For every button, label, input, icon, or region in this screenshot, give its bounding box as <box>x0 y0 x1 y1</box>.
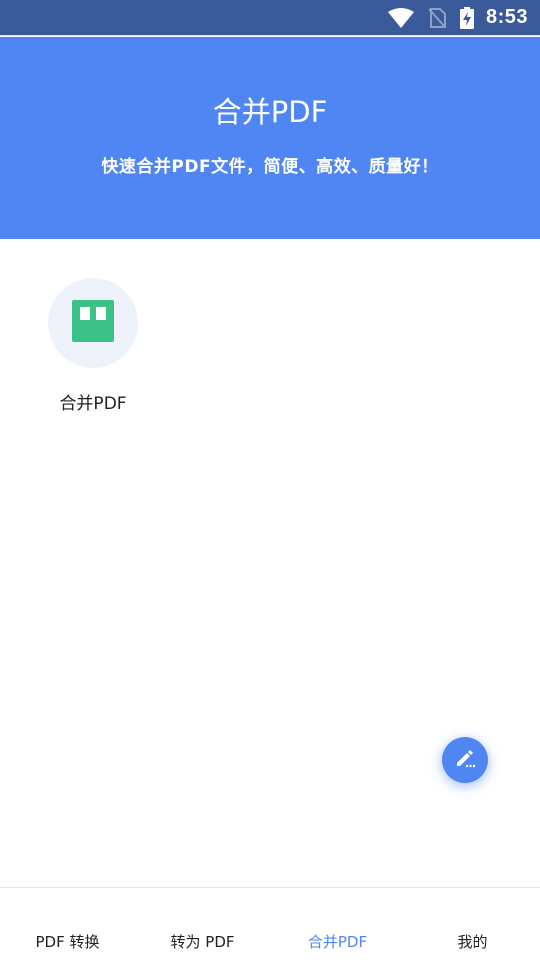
tool-label: 合并PDF <box>59 394 127 414</box>
status-time: 8:53 <box>485 6 528 28</box>
status-bar: 8:53 <box>0 0 540 36</box>
wifi-icon <box>387 7 414 28</box>
no-sim-icon <box>428 7 446 28</box>
nav-tab-merge-pdf[interactable]: 合并PDF <box>270 888 405 960</box>
nav-tab-to-pdf[interactable]: 转为 PDF <box>135 888 270 960</box>
page-subtitle: 快速合并PDF文件，简便、高效、质量好！ <box>101 157 439 177</box>
battery-charging-icon <box>459 6 474 29</box>
edit-fab-button[interactable] <box>442 737 488 783</box>
merge-pdf-icon <box>72 300 114 346</box>
edit-pencil-icon <box>453 746 477 774</box>
tool-merge-pdf[interactable]: 合并PDF <box>38 278 148 418</box>
nav-tab-mine[interactable]: 我的 <box>405 888 540 960</box>
nav-tab-pdf-convert[interactable]: PDF 转换 <box>0 888 135 960</box>
page-title: 合并PDF <box>212 95 328 129</box>
page-header: 合并PDF 快速合并PDF文件，简便、高效、质量好！ <box>0 37 540 239</box>
tool-icon-circle <box>48 278 138 368</box>
bottom-nav: PDF 转换 转为 PDF 合并PDF 我的 <box>0 887 540 960</box>
